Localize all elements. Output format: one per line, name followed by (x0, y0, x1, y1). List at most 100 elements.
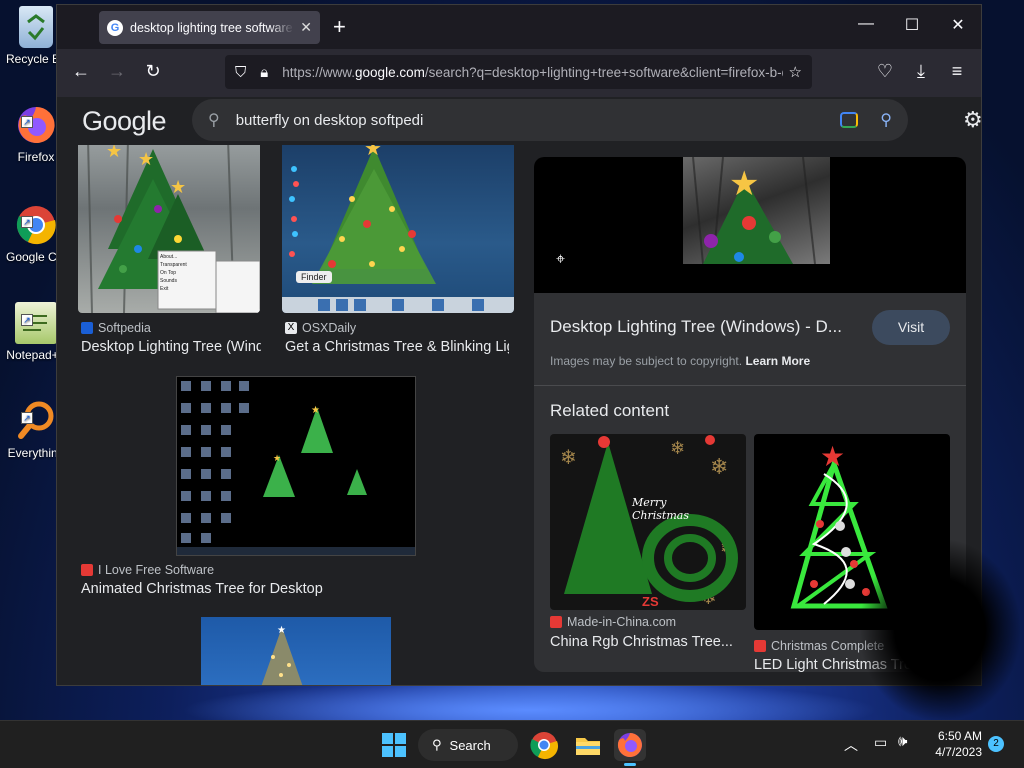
desktop-butterfly-shadow (860, 540, 1020, 720)
taskbar-firefox[interactable] (614, 729, 646, 766)
shield-icon[interactable]: ⛉ (235, 64, 246, 81)
start-button[interactable] (378, 729, 410, 761)
maximize-button[interactable]: ☐ (889, 15, 935, 35)
recycle-bin-icon (19, 6, 53, 48)
preview-title[interactable]: Desktop Lighting Tree (Windows) - D... (550, 317, 842, 337)
title-bar: G desktop lighting tree software - Googl… (57, 5, 981, 49)
copyright-notice: Images may be subject to copyright. Lear… (550, 354, 811, 368)
notification-badge[interactable]: 2 (988, 736, 1004, 752)
network-icon[interactable]: ▭ (874, 734, 887, 751)
christmas-complete-favicon-icon (754, 640, 766, 652)
firefox-window: G desktop lighting tree software - Googl… (56, 4, 982, 686)
related-source[interactable]: Made-in-China.com (550, 615, 676, 629)
address-bar[interactable]: ⛉ 🔒︎ https://www.google.com/search?q=des… (225, 55, 812, 89)
shortcut-arrow-icon: ↗ (21, 412, 33, 424)
everything-search-icon: ↗ (15, 400, 57, 442)
page-content: Google ⚲ butterfly on desktop softpedi ⚲… (57, 97, 981, 685)
result-title[interactable]: Desktop Lighting Tree (Windows) - Downlo… (81, 339, 261, 355)
lock-icon[interactable]: 🔒︎ (260, 64, 268, 81)
svg-text:★: ★ (729, 165, 759, 203)
search-icon: ⚲ (208, 112, 220, 129)
chrome-icon (530, 732, 559, 760)
search-icon: ⚲ (432, 737, 442, 752)
taskbar-file-explorer[interactable] (572, 729, 604, 761)
result-source[interactable]: Softpedia (81, 321, 151, 335)
downloads-icon[interactable]: ⤓ (909, 61, 933, 82)
google-favicon-icon: G (107, 19, 123, 36)
active-app-indicator (624, 763, 636, 766)
result-title[interactable]: Get a Christmas Tree & Blinking Lights o… (285, 339, 509, 355)
chrome-icon: ↗ (15, 204, 57, 246)
finder-tooltip: Finder (296, 271, 332, 283)
firefox-icon: ↗ (15, 104, 57, 146)
svg-text:❄: ❄ (710, 454, 728, 479)
forward-button[interactable]: → (105, 61, 129, 82)
softpedia-favicon-icon (81, 322, 93, 334)
context-menu: About... Transparent On Top Sounds Exit (160, 254, 187, 292)
volume-icon[interactable]: 🕪︎ (898, 733, 907, 750)
tab-title: desktop lighting tree software - Google … (130, 20, 294, 35)
menu-icon[interactable]: ≡ (945, 61, 969, 82)
chevron-up-icon[interactable]: ︿ (844, 735, 858, 755)
svg-text:❄: ❄ (670, 438, 685, 458)
related-thumbnail-made-in-china[interactable]: ❄ ❄ ❄ ❄ ❄ Merry Christmas ZS (550, 434, 746, 610)
svg-text:★: ★ (820, 441, 845, 472)
svg-text:❄: ❄ (560, 447, 577, 469)
system-clock[interactable]: 6:50 AM 4/7/2023 (922, 728, 982, 760)
taskbar-chrome[interactable] (528, 729, 560, 761)
zs-watermark: ZS (642, 594, 659, 609)
tab-google-search[interactable]: G desktop lighting tree software - Googl… (99, 11, 320, 44)
heart-favicon-icon (81, 564, 93, 576)
taskbar: ⚲ Search ︿ ▭ 🕪︎ 6:50 AM 4/7/2023 2 (0, 720, 1024, 768)
result-thumbnail-ilovefreesoftware[interactable]: ★ ★ (176, 376, 416, 556)
google-header: Google ⚲ butterfly on desktop softpedi ⚲… (57, 97, 981, 145)
back-button[interactable]: ← (69, 61, 93, 82)
merry-christmas-text: Merry Christmas (632, 496, 689, 522)
minimize-button[interactable]: — (843, 15, 889, 33)
taskbar-search-button[interactable]: ⚲ Search (418, 729, 518, 761)
svg-text:★: ★ (277, 625, 286, 636)
result-title[interactable]: Animated Christmas Tree for Desktop (81, 581, 381, 597)
google-logo[interactable]: Google (82, 106, 167, 137)
preview-image-area[interactable]: ★ ⌖ (534, 157, 966, 293)
made-in-china-favicon-icon (550, 616, 562, 628)
search-box[interactable]: ⚲ butterfly on desktop softpedi ⚲ (192, 99, 908, 141)
close-window-button[interactable]: ✕ (935, 15, 981, 35)
reload-button[interactable]: ↻ (141, 61, 165, 82)
svg-text:★: ★ (273, 453, 281, 463)
osxdaily-favicon-icon: X (285, 322, 297, 334)
google-lens-icon[interactable]: ⌖ (556, 251, 578, 273)
camera-icon[interactable] (840, 112, 859, 128)
search-submit-icon[interactable]: ⚲ (880, 110, 892, 130)
notepad-icon: ↗ (15, 302, 57, 344)
result-thumbnail-softpedia[interactable]: ★★★ SOFTPEDIA About...TransparentOn TopS… (78, 139, 260, 313)
shortcut-arrow-icon: ↗ (21, 216, 33, 228)
folder-icon (576, 738, 600, 755)
preview-image: ★ (683, 157, 830, 264)
pocket-icon[interactable]: ♡ (873, 61, 897, 82)
result-thumbnail-partial[interactable]: ★ (201, 617, 391, 685)
url-text[interactable]: https://www.google.com/search?q=desktop+… (282, 65, 782, 80)
related-title[interactable]: China Rgb Christmas Tree... (550, 634, 746, 650)
firefox-icon (617, 733, 642, 757)
new-tab-button[interactable]: + (333, 15, 346, 39)
svg-text:★: ★ (311, 405, 320, 416)
windows-logo-icon (382, 733, 406, 757)
shortcut-arrow-icon: ↗ (21, 314, 33, 326)
related-content-heading: Related content (550, 401, 670, 420)
shortcut-arrow-icon: ↗ (21, 116, 33, 128)
search-input[interactable]: butterfly on desktop softpedi (236, 112, 841, 129)
learn-more-link[interactable]: Learn More (745, 354, 810, 368)
svg-text:★: ★ (170, 177, 186, 197)
result-source[interactable]: I Love Free Software (81, 563, 214, 577)
bookmark-star-icon[interactable]: ☆ (789, 63, 802, 81)
clock-date: 4/7/2023 (935, 745, 982, 759)
svg-text:★: ★ (138, 149, 154, 169)
close-tab-icon[interactable]: ✕ (300, 19, 312, 36)
visit-button[interactable]: Visit (872, 310, 950, 345)
result-thumbnail-osxdaily[interactable]: ★ Finder (282, 139, 514, 313)
settings-gear-icon[interactable]: ⚙ (963, 107, 981, 133)
navigation-toolbar: ← → ↻ ⛉ 🔒︎ https://www.google.com/search… (57, 49, 981, 97)
divider (534, 385, 966, 386)
result-source[interactable]: X OSXDaily (285, 321, 356, 335)
